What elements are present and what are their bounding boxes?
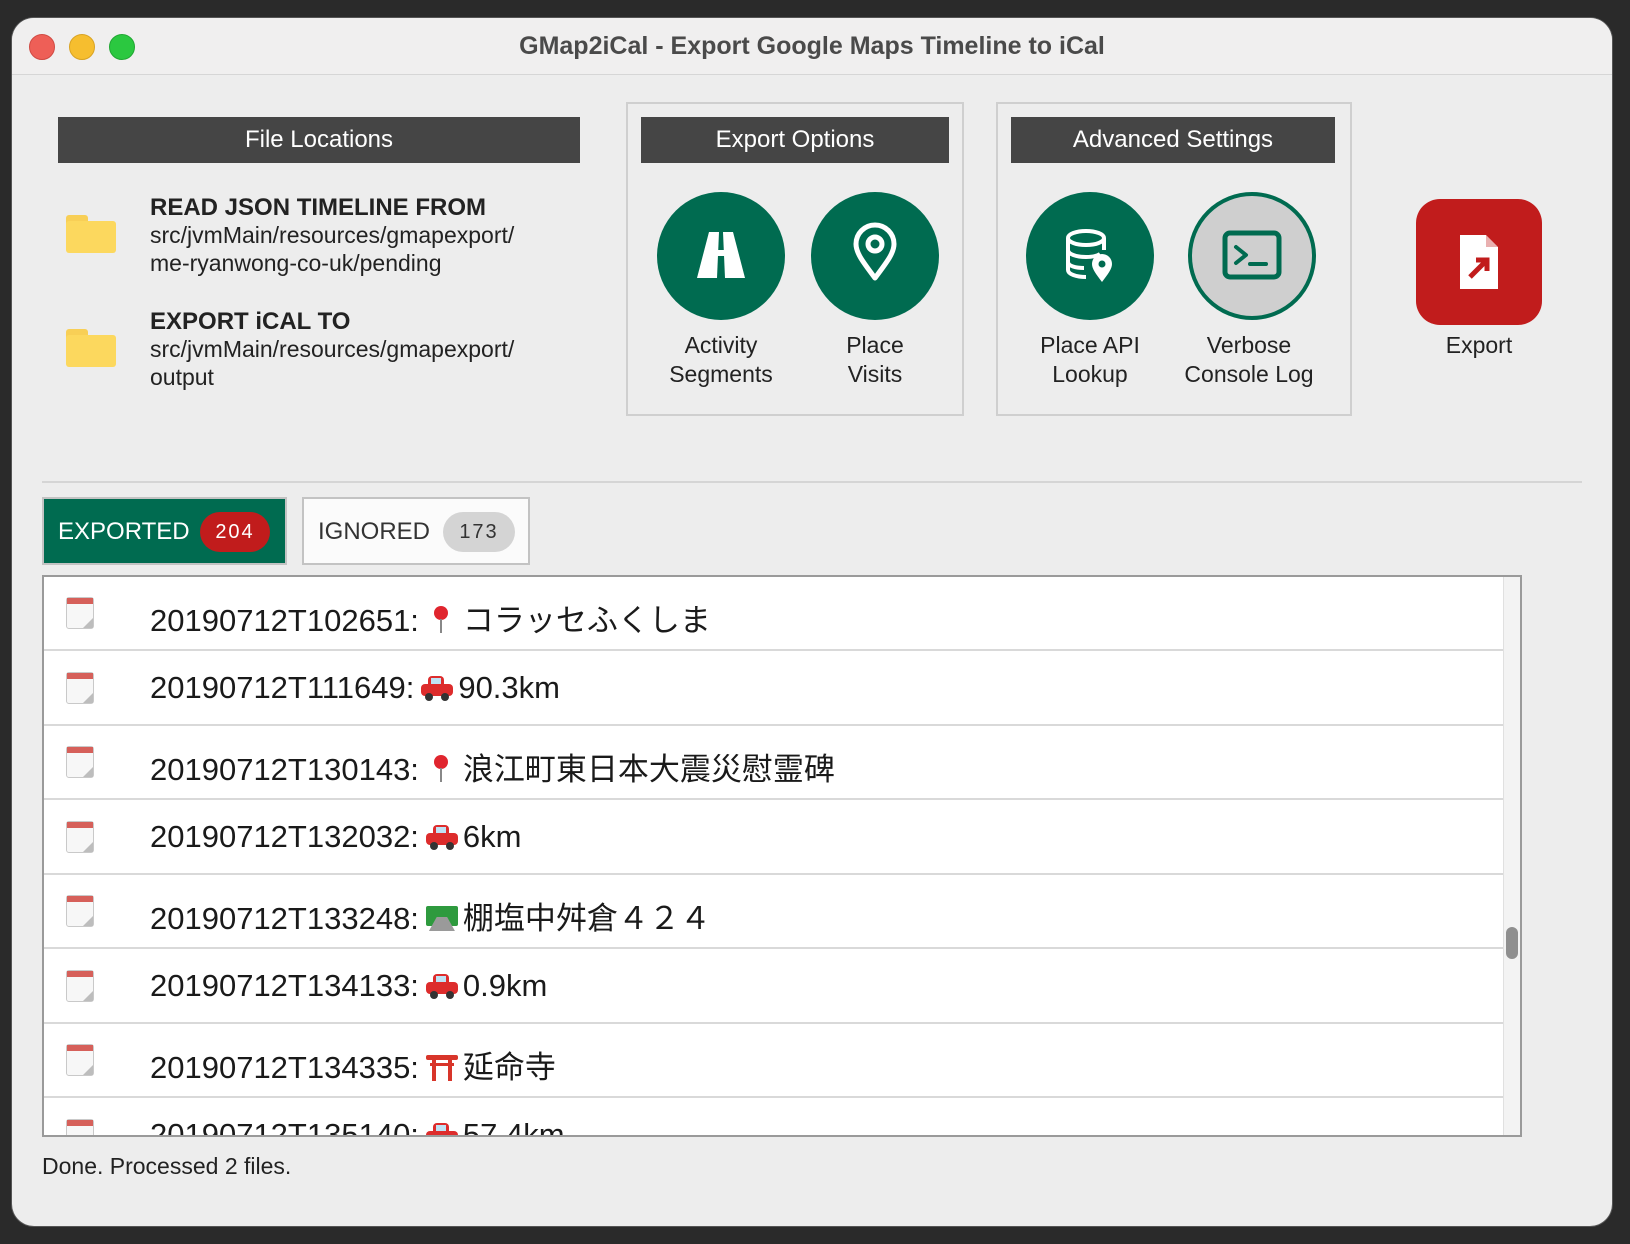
place-visits-label: Place Visits xyxy=(846,332,904,387)
event-timestamp: 20190712T135140: xyxy=(150,1116,419,1137)
exported-count-badge: 204 xyxy=(200,512,270,552)
folder-icon[interactable] xyxy=(66,329,116,367)
tab-ignored[interactable]: IGNORED 173 xyxy=(302,497,530,565)
tab-exported[interactable]: EXPORTED 204 xyxy=(42,497,287,565)
section-divider xyxy=(42,481,1582,483)
file-export-icon xyxy=(1460,235,1498,289)
read-location-label: READ JSON TIMELINE FROM xyxy=(150,194,487,221)
road-icon xyxy=(697,232,745,278)
car-icon xyxy=(420,672,454,702)
read-location-path[interactable]: src/jvmMain/resources/gmapexport/ me-rya… xyxy=(150,221,590,277)
calendar-icon xyxy=(66,1044,94,1076)
calendar-icon xyxy=(66,746,94,778)
database-location-icon xyxy=(1066,229,1112,282)
event-description: 浪江町東日本大震災慰霊碑 xyxy=(462,752,835,787)
scrollbar-thumb[interactable] xyxy=(1506,927,1518,959)
calendar-icon xyxy=(66,820,94,853)
list-item[interactable]: 20190712T134133: 0.9km xyxy=(44,950,1504,1024)
export-button[interactable] xyxy=(1416,199,1542,325)
advanced-settings-header: Advanced Settings xyxy=(1011,117,1335,163)
event-list[interactable]: 20190712T102651: コラッセふくしま 20190712T111649:… xyxy=(42,575,1522,1137)
verbose-console-log-toggle[interactable] xyxy=(1188,192,1316,320)
event-timestamp: 20190712T111649: xyxy=(150,669,415,705)
list-item[interactable]: 20190712T135140: 57.4km xyxy=(44,1099,1504,1137)
list-item[interactable]: 20190712T134335: 延命寺 xyxy=(44,1024,1504,1098)
place-api-lookup-label: Place API Lookup xyxy=(1040,332,1140,387)
list-item[interactable]: 20190712T132032: 6km xyxy=(44,801,1504,875)
scrollbar[interactable] xyxy=(1503,577,1520,1135)
torii-gate-icon xyxy=(425,1052,459,1082)
event-description: 0.9km xyxy=(462,967,548,1003)
event-timestamp: 20190712T133248: xyxy=(150,901,419,936)
event-description: コラッセふくしま xyxy=(462,603,711,638)
activity-segments-toggle[interactable] xyxy=(657,192,785,320)
round-pushpin-icon xyxy=(425,605,459,635)
tab-ignored-label: IGNORED xyxy=(318,518,431,545)
calendar-icon xyxy=(66,969,94,1002)
event-description: 棚塩中舛倉４２４ xyxy=(462,901,711,936)
ignored-count-badge: 173 xyxy=(443,512,515,552)
verbose-console-log-label: Verbose Console Log xyxy=(1184,332,1314,387)
place-api-lookup-toggle[interactable] xyxy=(1026,192,1154,320)
export-button-label: Export xyxy=(1445,332,1513,358)
event-description: 90.3km xyxy=(458,669,560,705)
event-timestamp: 20190712T102651: xyxy=(150,603,419,638)
event-timestamp: 20190712T134335: xyxy=(150,1050,419,1085)
map-pin-icon xyxy=(853,222,897,281)
event-description: 6km xyxy=(462,818,522,854)
export-options-header: Export Options xyxy=(641,117,949,163)
list-item[interactable]: 20190712T111649: 90.3km xyxy=(44,652,1504,726)
event-timestamp: 20190712T134133: xyxy=(150,967,419,1003)
motorway-icon xyxy=(425,903,459,933)
place-visits-toggle[interactable] xyxy=(811,192,939,320)
export-location-label: EXPORT iCAL TO xyxy=(150,308,351,335)
folder-icon[interactable] xyxy=(66,215,116,253)
event-timestamp: 20190712T130143: xyxy=(150,752,419,787)
calendar-icon xyxy=(66,895,94,927)
calendar-icon xyxy=(66,671,94,704)
list-item[interactable]: 20190712T130143: 浪江町東日本大震災慰霊碑 xyxy=(44,726,1504,800)
window-title: GMap2iCal - Export Google Maps Timeline … xyxy=(519,32,1105,60)
status-message: Done. Processed 2 files. xyxy=(42,1153,292,1179)
list-item[interactable]: 20190712T102651: コラッセふくしま xyxy=(44,577,1504,651)
app-window: GMap2iCal - Export Google Maps Timeline … xyxy=(12,18,1612,1226)
event-timestamp: 20190712T132032: xyxy=(150,818,419,854)
title-bar: GMap2iCal - Export Google Maps Timeline … xyxy=(12,18,1612,75)
terminal-icon xyxy=(1222,230,1282,280)
round-pushpin-icon xyxy=(425,754,459,784)
car-icon xyxy=(425,1119,459,1135)
list-item[interactable]: 20190712T133248: 棚塩中舛倉４２４ xyxy=(44,875,1504,949)
event-description: 延命寺 xyxy=(462,1050,556,1085)
car-icon xyxy=(425,821,459,851)
event-description: 57.4km xyxy=(462,1116,565,1137)
calendar-icon xyxy=(66,1118,94,1135)
tab-exported-label: EXPORTED xyxy=(58,518,190,545)
car-icon xyxy=(425,970,459,1000)
calendar-icon xyxy=(66,597,94,629)
file-locations-header: File Locations xyxy=(58,117,580,163)
activity-segments-label: Activity Segments xyxy=(669,332,773,387)
export-location-path[interactable]: src/jvmMain/resources/gmapexport/ output xyxy=(150,335,590,391)
